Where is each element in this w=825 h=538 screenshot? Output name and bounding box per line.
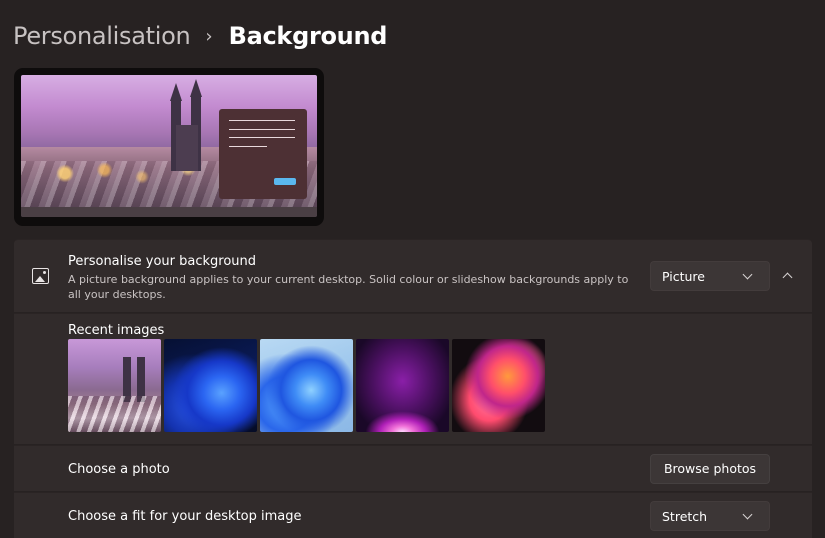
recent-images-section: Recent images [14, 313, 812, 444]
chevron-right-icon: › [205, 25, 213, 47]
desktop-preview [14, 68, 324, 226]
choose-fit-row: Choose a fit for your desktop image Stre… [14, 492, 812, 538]
page-title: Background [228, 22, 388, 50]
personalise-title: Personalise your background [68, 254, 257, 269]
browse-photos-button[interactable]: Browse photos [650, 454, 770, 484]
chevron-down-icon [742, 509, 753, 520]
recent-image-colorful-ribbon[interactable] [452, 339, 545, 432]
choose-fit-label: Choose a fit for your desktop image [68, 509, 302, 524]
recent-image-bloom-dark[interactable] [164, 339, 257, 432]
background-type-value: Picture [662, 269, 705, 284]
preview-accent-button [274, 178, 296, 185]
recent-image-purple-glow[interactable] [356, 339, 449, 432]
breadcrumb-parent-link[interactable]: Personalisation [13, 22, 191, 50]
recent-images-label: Recent images [68, 323, 165, 338]
recent-image-bloom-light[interactable] [260, 339, 353, 432]
collapse-button[interactable] [778, 266, 798, 286]
chevron-up-icon [782, 272, 793, 283]
recent-image-prague[interactable] [68, 339, 161, 432]
desktop-preview-wallpaper [21, 75, 317, 217]
choose-photo-row: Choose a photo Browse photos [14, 445, 812, 491]
personalise-description: A picture background applies to your cur… [68, 273, 629, 301]
personalise-background-row: Personalise your background A picture ba… [14, 239, 812, 312]
breadcrumb: Personalisation › Background [13, 18, 387, 54]
fit-value: Stretch [662, 509, 708, 524]
fit-dropdown[interactable]: Stretch [650, 501, 770, 531]
choose-photo-label: Choose a photo [68, 462, 170, 477]
recent-images-list [68, 339, 548, 432]
image-icon [32, 268, 49, 284]
preview-window [219, 109, 307, 199]
preview-taskbar [21, 207, 317, 217]
background-type-dropdown[interactable]: Picture [650, 261, 770, 291]
chevron-down-icon [742, 269, 753, 280]
